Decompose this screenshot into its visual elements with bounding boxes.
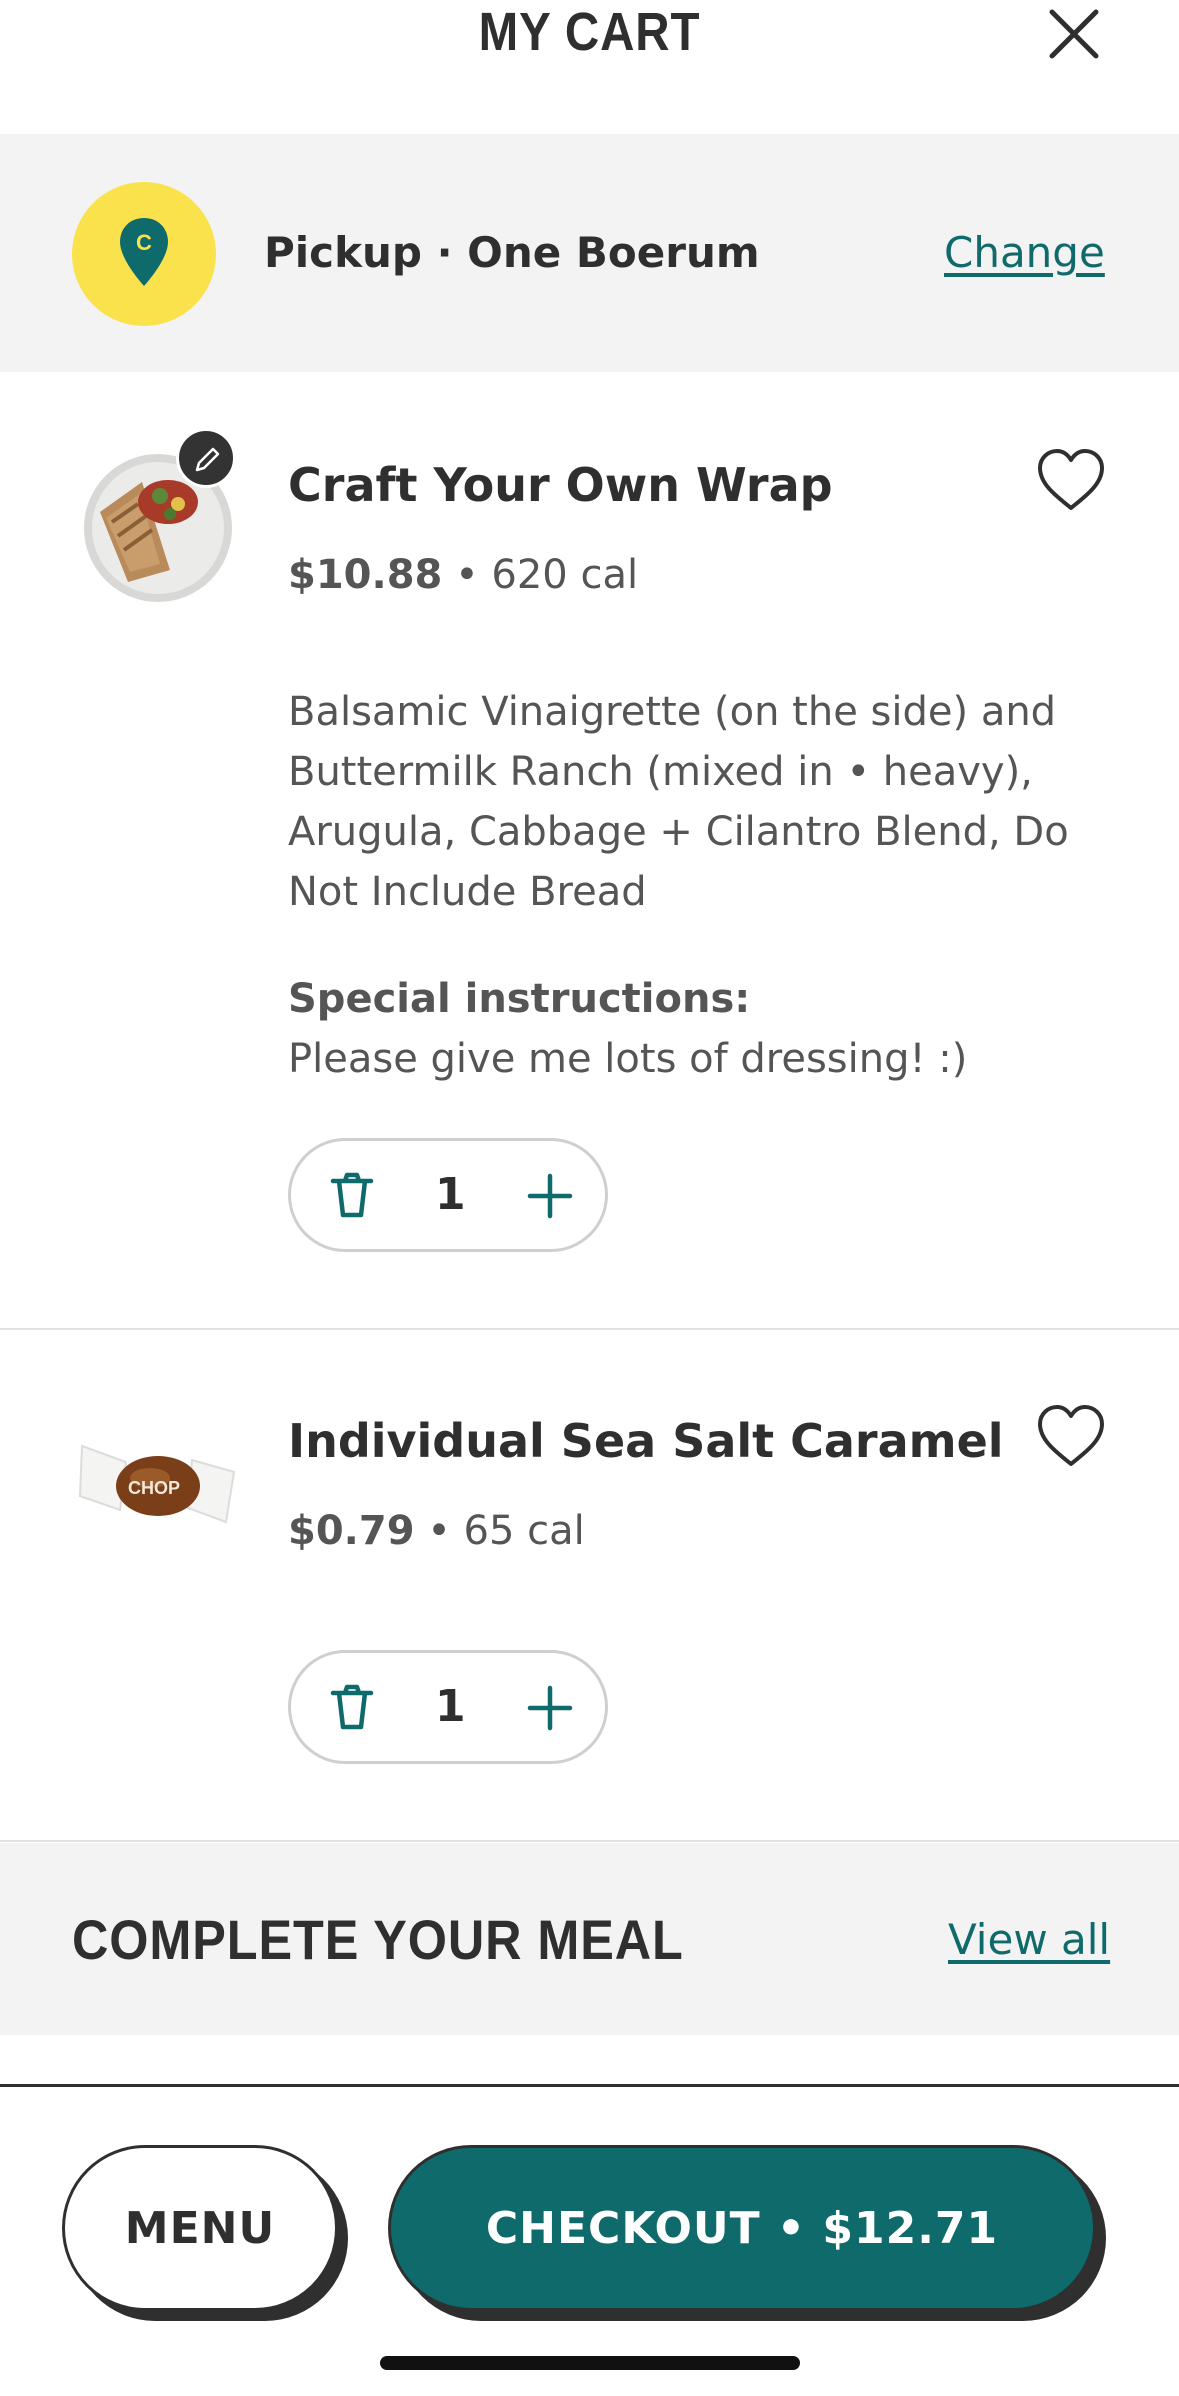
caramel-image: CHOP bbox=[78, 1444, 236, 1524]
caramel-wrapper-text: CHOP bbox=[128, 1478, 180, 1498]
trash-icon[interactable] bbox=[327, 1683, 377, 1733]
quantity-stepper: 1 bbox=[288, 1650, 608, 1764]
item-calories: • 620 cal bbox=[455, 552, 639, 598]
location-badge: C bbox=[72, 182, 216, 326]
divider bbox=[0, 1840, 1179, 1842]
plus-icon[interactable] bbox=[525, 1683, 575, 1733]
special-instructions-label: Special instructions: bbox=[288, 976, 751, 1022]
location-pin-icon: C bbox=[120, 218, 168, 286]
special-instructions-text: Please give me lots of dressing! :) bbox=[288, 1036, 968, 1082]
item-name: Individual Sea Salt Caramel bbox=[288, 1414, 1004, 1468]
home-indicator bbox=[380, 2356, 800, 2370]
item-price: $0.79 bbox=[288, 1508, 415, 1554]
item-price: $10.88 bbox=[288, 552, 443, 598]
quantity-stepper: 1 bbox=[288, 1138, 608, 1252]
menu-button[interactable]: MENU bbox=[62, 2145, 338, 2311]
complete-your-meal-bar: COMPLETE YOUR MEAL View all bbox=[0, 1843, 1179, 2035]
item-description: Balsamic Vinaigrette (on the side) and B… bbox=[288, 689, 1069, 915]
item-price-line: $0.79 • 65 cal bbox=[288, 1508, 585, 1554]
trash-icon[interactable] bbox=[327, 1171, 377, 1221]
section-title: COMPLETE YOUR MEAL bbox=[72, 1908, 684, 1971]
pickup-location: Pickup · One Boerum bbox=[264, 228, 760, 277]
item-price-line: $10.88 • 620 cal bbox=[288, 552, 638, 598]
plus-icon[interactable] bbox=[525, 1171, 575, 1221]
favorite-heart-icon[interactable] bbox=[1036, 1404, 1106, 1470]
change-link[interactable]: Change bbox=[944, 228, 1105, 277]
checkout-button[interactable]: CHECKOUT • $12.71 bbox=[388, 2145, 1096, 2311]
cart-header: MY CART bbox=[0, 0, 1179, 134]
pickup-bar: C Pickup · One Boerum Change bbox=[0, 134, 1179, 372]
divider bbox=[0, 1328, 1179, 1330]
edit-item-button[interactable] bbox=[176, 428, 236, 488]
favorite-heart-icon[interactable] bbox=[1036, 448, 1106, 514]
quantity-value: 1 bbox=[435, 1169, 466, 1220]
item-name: Craft Your Own Wrap bbox=[288, 458, 833, 512]
quantity-value: 1 bbox=[435, 1681, 466, 1732]
pin-letter: C bbox=[136, 230, 152, 255]
close-icon[interactable] bbox=[1046, 6, 1102, 62]
bottom-action-bar: MENU CHECKOUT • $12.71 bbox=[0, 2084, 1179, 2396]
item-calories: • 65 cal bbox=[427, 1508, 585, 1554]
page-title: MY CART bbox=[478, 2, 701, 62]
view-all-link[interactable]: View all bbox=[948, 1915, 1110, 1964]
pencil-icon bbox=[195, 447, 220, 472]
